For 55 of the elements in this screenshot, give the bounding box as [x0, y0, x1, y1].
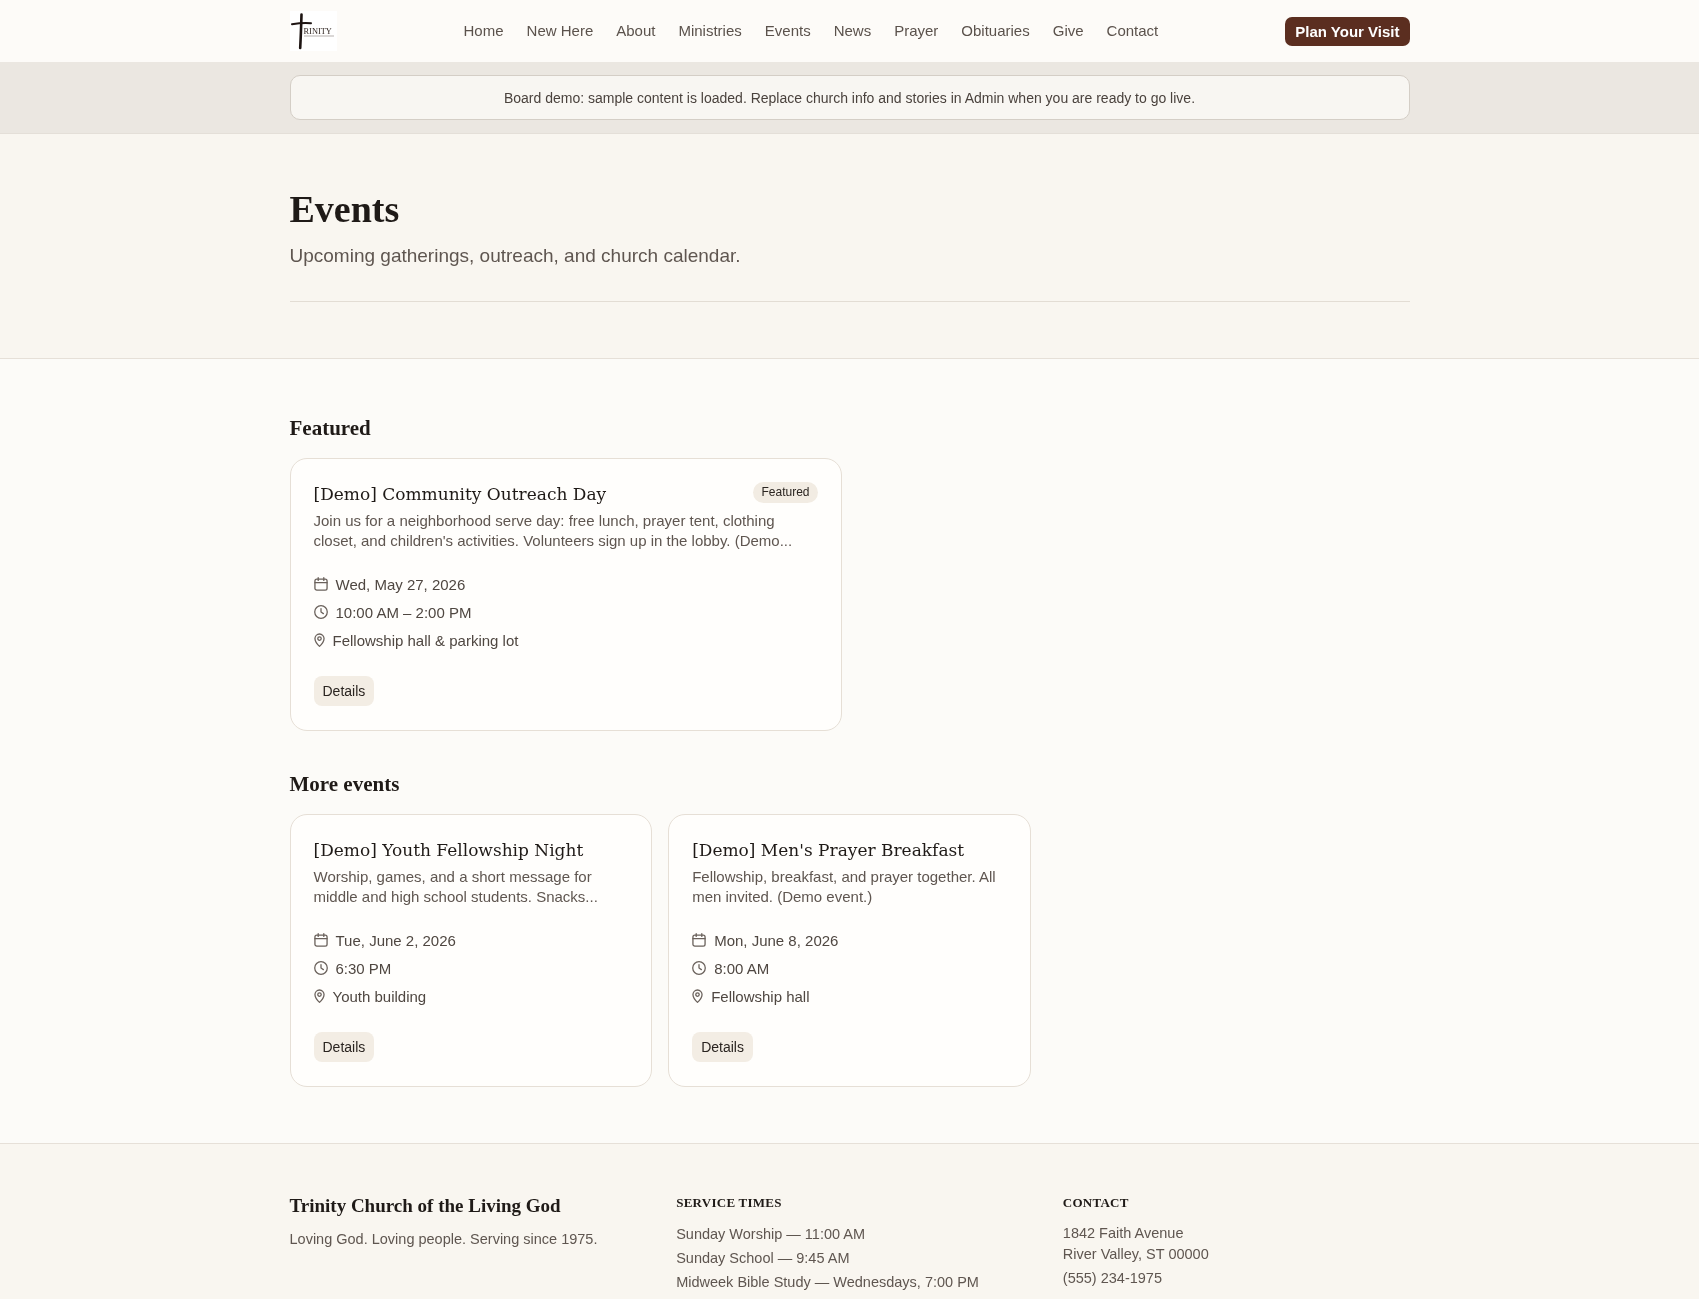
nav-link[interactable]: New Here [526, 21, 594, 41]
event-title: [Demo] Youth Fellowship Night [313, 839, 584, 862]
address-line: 1842 Faith Avenue [1062, 1224, 1185, 1243]
event-date: Mon, June 8, 2026 [714, 931, 839, 949]
nav-link[interactable]: About [616, 21, 656, 41]
map-pin-icon [313, 633, 325, 647]
event-description: Worship, games, and a short message for middle and high school students. Snacks... [313, 867, 599, 907]
nav-link[interactable]: Prayer [894, 21, 939, 41]
section-heading: More events [289, 771, 401, 798]
plan-visit-button[interactable]: Plan Your Visit [1285, 16, 1410, 46]
event-title: [Demo] Men's Prayer Breakfast [692, 839, 965, 862]
page-title: Events [289, 188, 401, 231]
details-button[interactable]: Details [313, 676, 375, 706]
nav-link[interactable]: Obituaries [961, 21, 1030, 41]
event-location: Fellowship hall & parking lot [332, 631, 519, 649]
address-line: River Valley, ST 00000 [1062, 1245, 1210, 1264]
map-pin-icon [692, 989, 704, 1003]
event-description: Join us for a neighborhood serve day: free lunch, prayer tent, clothing closet, and children's activities. Volunteers sign up in the lobby. (Demo... [313, 511, 794, 551]
footer-heading: CONTACT [1062, 1194, 1130, 1212]
nav-link[interactable]: Events [764, 21, 811, 41]
event-time: 6:30 PM [335, 959, 392, 977]
nav-link[interactable]: Ministries [678, 21, 742, 41]
logo[interactable]: RINITY [289, 11, 337, 51]
service-time: Midweek Bible Study — Wednesdays, 7:00 PM [676, 1273, 980, 1292]
service-time: Sunday School — 9:45 AM [676, 1249, 851, 1268]
calendar-icon [692, 933, 707, 947]
church-tagline: Loving God. Loving people. Serving since 1975. [289, 1230, 599, 1249]
event-description: Fellowship, breakfast, and prayer together. All men invited. (Demo event.) [692, 867, 997, 907]
map-pin-icon [313, 989, 325, 1003]
nav-link[interactable]: Contact [1106, 21, 1159, 41]
demo-notice: Board demo: sample content is loaded. Replace church info and stories in Admin when you are ready to go live. [289, 75, 1410, 120]
details-button[interactable]: Details [313, 1032, 375, 1062]
service-time: Sunday Worship — 11:00 AM [676, 1225, 867, 1244]
footer-heading: SERVICE TIMES [676, 1194, 783, 1212]
event-date: Tue, June 2, 2026 [335, 931, 456, 949]
details-button[interactable]: Details [692, 1032, 753, 1062]
section-heading: Featured [289, 415, 372, 442]
event-time: 8:00 AM [714, 959, 770, 977]
calendar-icon [313, 577, 328, 591]
calendar-icon [313, 933, 328, 947]
event-date: Wed, May 27, 2026 [335, 575, 466, 593]
phone-number: (555) 234-1975 [1062, 1269, 1163, 1288]
church-name: Trinity Church of the Living God [289, 1194, 562, 1218]
nav-link[interactable]: Home [463, 21, 504, 41]
event-location: Fellowship hall [711, 987, 810, 1005]
nav-link[interactable]: News [833, 21, 872, 41]
page-subtitle: Upcoming gatherings, outreach, and church calendar. [289, 244, 742, 268]
clock-icon [313, 605, 328, 619]
event-location: Youth building [332, 987, 427, 1005]
featured-tag: Featured [753, 482, 818, 503]
event-title: [Demo] Community Outreach Day [313, 483, 607, 506]
clock-icon [313, 961, 328, 975]
event-time: 10:00 AM – 2:00 PM [335, 603, 472, 621]
clock-icon [692, 961, 707, 975]
nav-link[interactable]: Give [1052, 21, 1084, 41]
